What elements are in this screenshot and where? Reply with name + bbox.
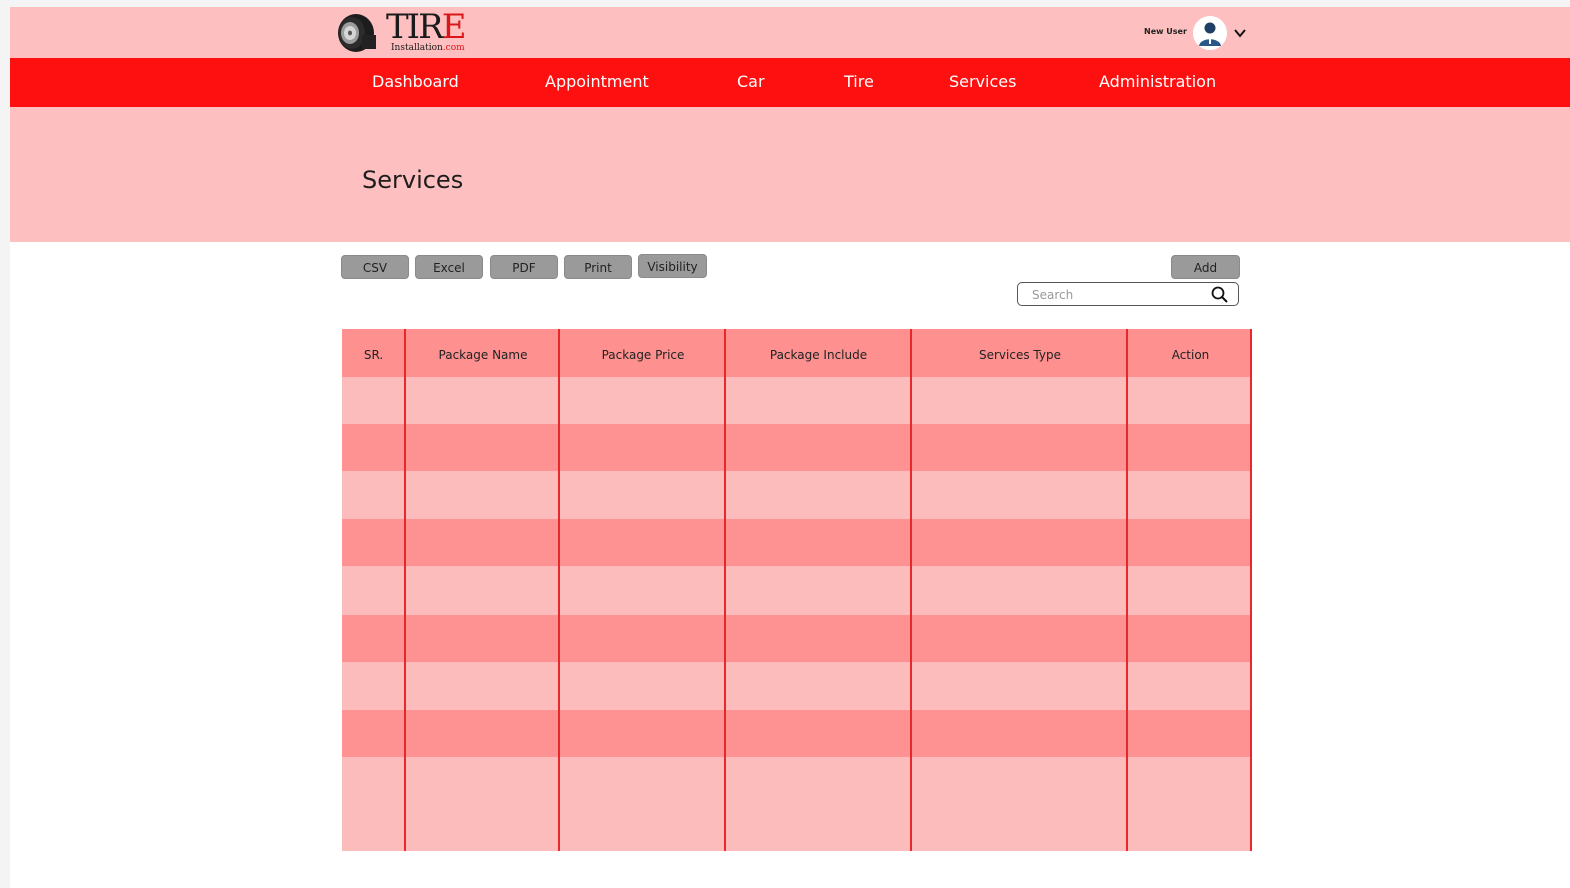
- column-header-package-include[interactable]: Package Include: [726, 329, 911, 377]
- column-divider: [1250, 329, 1252, 851]
- logo-word-accent: E: [441, 7, 467, 47]
- user-avatar-icon[interactable]: [1193, 16, 1227, 50]
- brand-logo[interactable]: TIRE Installation.com: [336, 7, 467, 55]
- nav-item-services[interactable]: Services: [949, 72, 1016, 91]
- table-row: [342, 519, 1252, 566]
- logo-subtitle: Installation.com: [391, 43, 465, 53]
- table-row: [342, 710, 1252, 757]
- logo-sub-accent: .com: [442, 43, 465, 53]
- column-divider: [910, 329, 912, 851]
- table-row: [342, 377, 1252, 424]
- nav-item-tire[interactable]: Tire: [844, 72, 874, 91]
- logo-word-main: TIR: [386, 7, 444, 47]
- visibility-button[interactable]: Visibility: [638, 254, 707, 278]
- page-header: Services: [10, 107, 1570, 242]
- app-window: TIRE Installation.com New User Dashboard…: [10, 7, 1570, 888]
- user-name[interactable]: New User: [1144, 27, 1187, 36]
- logo-wordmark: TIRE: [386, 7, 467, 47]
- column-divider: [404, 329, 406, 851]
- excel-button[interactable]: Excel: [415, 255, 483, 279]
- tire-logo-icon: [338, 14, 376, 52]
- search-icon[interactable]: [1210, 285, 1230, 305]
- nav-item-appointment[interactable]: Appointment: [545, 72, 649, 91]
- chevron-down-icon[interactable]: [1232, 25, 1248, 41]
- table-row: [342, 662, 1252, 709]
- table-row: [342, 758, 1252, 851]
- column-divider: [558, 329, 560, 851]
- table-row: [342, 615, 1252, 662]
- nav-item-car[interactable]: Car: [737, 72, 765, 91]
- table-header: SR. Package Name Package Price Package I…: [342, 329, 1252, 377]
- column-header-services-type[interactable]: Services Type: [912, 329, 1128, 377]
- table-row: [342, 424, 1252, 471]
- column-header-package-price[interactable]: Package Price: [561, 329, 725, 377]
- top-bar: TIRE Installation.com New User: [10, 7, 1570, 58]
- table-row: [342, 567, 1252, 614]
- print-button[interactable]: Print: [564, 255, 632, 279]
- search-input[interactable]: [1030, 286, 1204, 304]
- nav-item-dashboard[interactable]: Dashboard: [372, 72, 459, 91]
- add-button[interactable]: Add: [1171, 255, 1240, 279]
- main-nav: Dashboard Appointment Car Tire Services …: [10, 58, 1570, 107]
- column-divider: [1126, 329, 1128, 851]
- services-table: SR. Package Name Package Price Package I…: [342, 329, 1252, 851]
- column-header-sr[interactable]: SR.: [342, 329, 405, 377]
- table-row: [342, 471, 1252, 518]
- logo-sub-main: Installation: [391, 43, 443, 53]
- column-header-package-name[interactable]: Package Name: [406, 329, 560, 377]
- avatar-figure: [1193, 16, 1227, 50]
- nav-item-administration[interactable]: Administration: [1099, 72, 1216, 91]
- csv-button[interactable]: CSV: [341, 255, 409, 279]
- search-field[interactable]: [1017, 282, 1239, 306]
- column-header-action[interactable]: Action: [1129, 329, 1252, 377]
- column-divider: [724, 329, 726, 851]
- page-title: Services: [362, 166, 464, 194]
- pdf-button[interactable]: PDF: [490, 255, 558, 279]
